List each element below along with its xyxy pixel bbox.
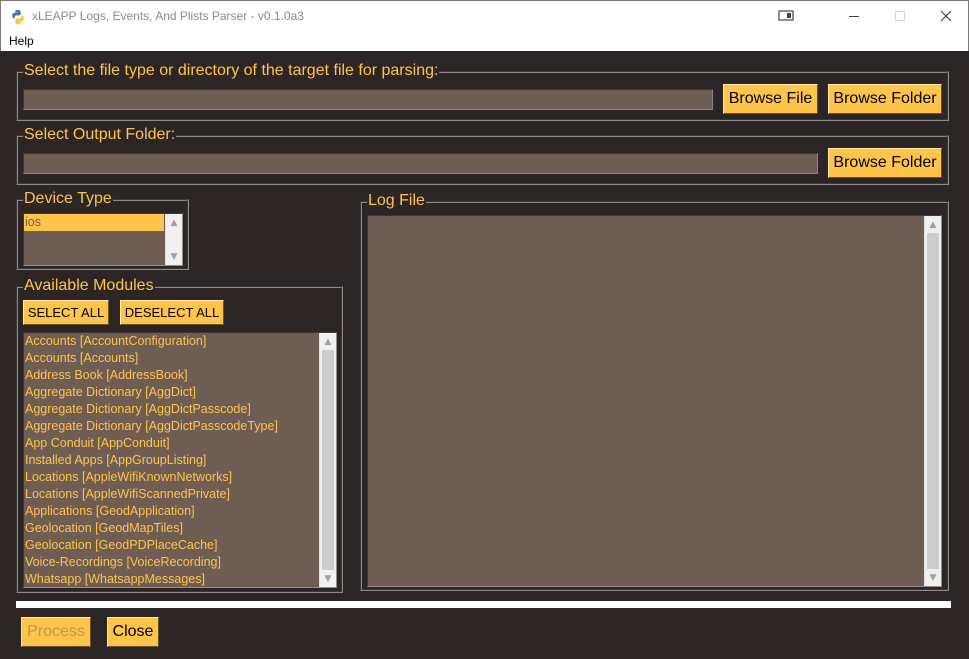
module-item[interactable]: Whatsapp [WhatsappMessages]: [24, 571, 336, 587]
module-item[interactable]: Accounts [Accounts]: [24, 350, 336, 367]
module-item[interactable]: Aggregate Dictionary [AggDict]: [24, 384, 336, 401]
python-icon: [10, 9, 26, 25]
module-item[interactable]: Voice-Recordings [VoiceRecording]: [24, 554, 336, 571]
log-output-area[interactable]: [367, 215, 942, 587]
minimize-button[interactable]: [831, 1, 877, 32]
modules-scrollbar[interactable]: ▲ ▼: [319, 333, 336, 587]
log-file-legend: Log File: [367, 192, 426, 210]
scroll-up-icon[interactable]: ▲: [320, 333, 336, 350]
close-button[interactable]: Close: [107, 617, 159, 647]
input-path-field[interactable]: [23, 89, 713, 110]
device-type-option[interactable]: ios: [24, 214, 164, 231]
module-item[interactable]: Geolocation [GeodPDPlaceCache]: [24, 537, 336, 554]
modules-scroll-thumb[interactable]: [322, 350, 334, 570]
window-title: xLEAPP Logs, Events, And Plists Parser -…: [32, 9, 304, 23]
restore-layout-icon: [778, 7, 794, 26]
scroll-down-icon[interactable]: ▼: [320, 570, 336, 587]
maximize-button[interactable]: [877, 1, 923, 32]
log-scroll-thumb[interactable]: [927, 233, 939, 569]
deselect-all-button[interactable]: DESELECT ALL: [120, 300, 224, 325]
title-bar[interactable]: xLEAPP Logs, Events, And Plists Parser -…: [0, 0, 969, 31]
module-item[interactable]: Locations [AppleWifiScannedPrivate]: [24, 486, 336, 503]
browse-file-button[interactable]: Browse File: [723, 84, 818, 114]
browse-output-folder-button[interactable]: Browse Folder: [828, 148, 942, 178]
module-item[interactable]: Locations [AppleWifiKnownNetworks]: [24, 469, 336, 486]
close-window-button[interactable]: [923, 1, 969, 32]
modules-list[interactable]: Accounts [AccountConfiguration] Accounts…: [23, 332, 337, 588]
menu-help[interactable]: Help: [9, 34, 34, 48]
maximize-icon: [894, 7, 906, 26]
output-path-field[interactable]: [23, 153, 818, 174]
select-all-button[interactable]: SELECT ALL: [23, 300, 109, 325]
module-item[interactable]: Installed Apps [AppGroupListing]: [24, 452, 336, 469]
output-folder-legend: Select Output Folder:: [23, 126, 177, 144]
process-button[interactable]: Process: [21, 617, 91, 647]
scroll-down-icon[interactable]: ▼: [166, 248, 182, 265]
module-item[interactable]: App Conduit [AppConduit]: [24, 435, 336, 452]
module-item[interactable]: Applications [GeodApplication]: [24, 503, 336, 520]
module-item[interactable]: Address Book [AddressBook]: [24, 367, 336, 384]
scroll-down-icon[interactable]: ▼: [925, 569, 941, 586]
module-item[interactable]: Aggregate Dictionary [AggDictPasscode]: [24, 401, 336, 418]
module-item[interactable]: Accounts [AccountConfiguration]: [24, 333, 336, 350]
input-source-legend: Select the file type or directory of the…: [23, 62, 440, 80]
scroll-up-icon[interactable]: ▲: [925, 216, 941, 233]
modules-legend: Available Modules: [23, 277, 155, 295]
main-panel: Select the file type or directory of the…: [0, 51, 969, 659]
device-type-legend: Device Type: [23, 190, 113, 208]
progress-bar: [16, 601, 951, 608]
module-item[interactable]: Aggregate Dictionary [AggDictPasscodeTyp…: [24, 418, 336, 435]
device-type-list[interactable]: ios: [23, 213, 183, 266]
minimize-icon: [848, 7, 860, 26]
module-item[interactable]: Geolocation [GeodMapTiles]: [24, 520, 336, 537]
device-type-scrollbar[interactable]: ▲ ▼: [165, 214, 182, 265]
browse-input-folder-button[interactable]: Browse Folder: [828, 84, 942, 114]
close-icon: [940, 7, 952, 26]
restore-layout-button[interactable]: [763, 1, 809, 32]
scroll-up-icon[interactable]: ▲: [166, 214, 182, 231]
menu-bar: Help: [0, 31, 969, 51]
log-scrollbar[interactable]: ▲ ▼: [924, 216, 941, 586]
